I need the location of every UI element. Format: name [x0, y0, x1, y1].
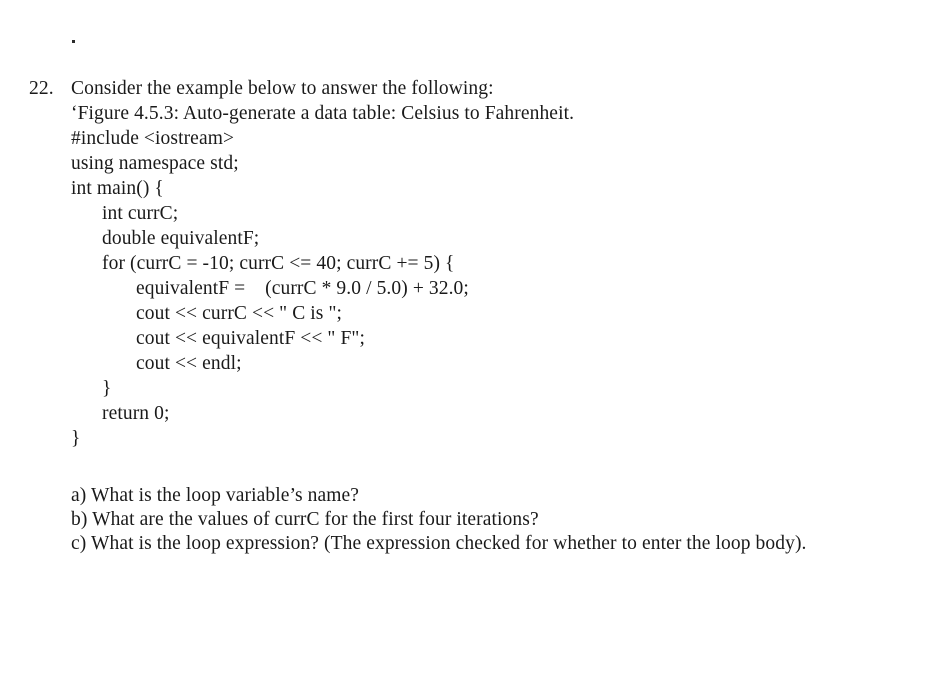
- code-line-cout-endl: cout << endl;: [136, 353, 242, 374]
- code-line-cout-equivalentf: cout << equivalentF << " F";: [136, 328, 365, 349]
- code-line-declare-currc: int currC;: [102, 203, 179, 224]
- exercise-body: Consider the example below to answer the…: [71, 76, 941, 451]
- sub-question-b: b) What are the values of currC for the …: [71, 509, 539, 530]
- code-line-using-namespace: using namespace std;: [71, 153, 239, 174]
- code-line-for-loop: for (currC = -10; currC <= 40; currC += …: [102, 253, 455, 274]
- exercise-number: 22.: [29, 78, 54, 99]
- scan-artifact-dot: [72, 40, 75, 43]
- sub-question-a: a) What is the loop variable’s name?: [71, 485, 360, 506]
- code-line-main-close: }: [71, 428, 81, 449]
- code-line-return: return 0;: [102, 403, 170, 424]
- code-line-include: #include <iostream>: [71, 128, 235, 149]
- code-line-declare-equivalentf: double equivalentF;: [102, 228, 260, 249]
- code-line-main-open: int main() {: [71, 178, 164, 199]
- sub-questions-list: a) What is the loop variable’s name? b) …: [71, 484, 941, 556]
- document-page: 22. Consider the example below to answer…: [0, 0, 949, 674]
- code-line-for-close: }: [102, 378, 112, 399]
- figure-caption: ‘Figure 4.5.3: Auto-generate a data tabl…: [71, 103, 575, 124]
- sub-question-c: c) What is the loop expression? (The exp…: [71, 533, 807, 554]
- exercise-prompt: Consider the example below to answer the…: [71, 78, 494, 99]
- code-line-assign-equivalentf: equivalentF = (currC * 9.0 / 5.0) + 32.0…: [136, 278, 469, 299]
- code-line-cout-currc: cout << currC << " C is ";: [136, 303, 343, 324]
